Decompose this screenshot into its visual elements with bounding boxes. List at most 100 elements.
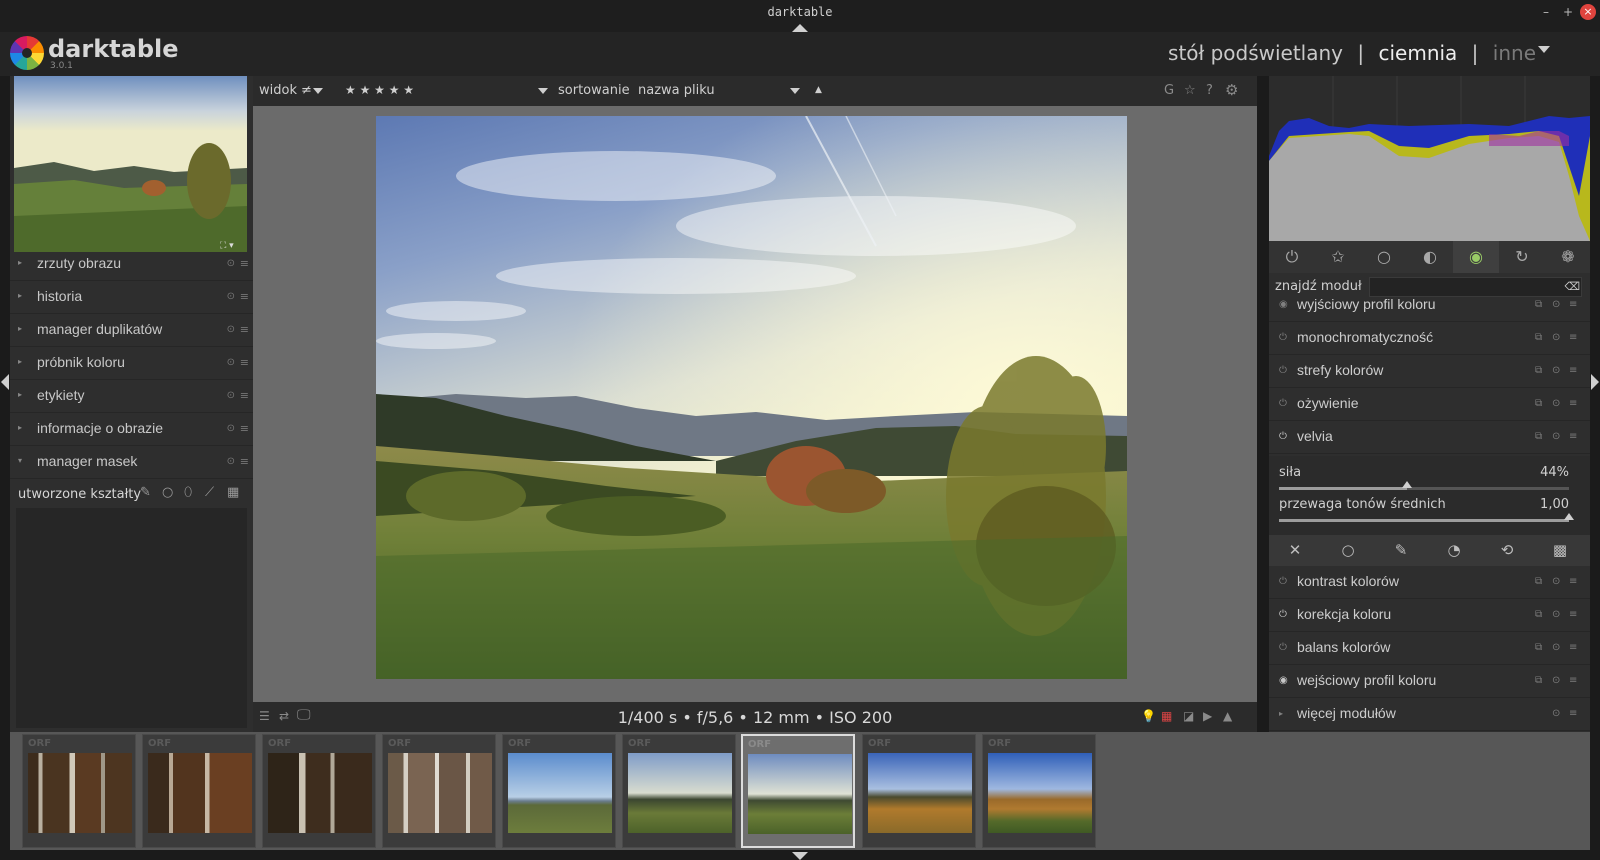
view-other[interactable]: inne bbox=[1493, 41, 1536, 65]
module-power-icon[interactable]: ⏻ bbox=[1279, 398, 1287, 409]
reset-icon[interactable]: ⊙ bbox=[1552, 642, 1560, 653]
reset-icon[interactable]: ⊙ bbox=[227, 456, 235, 467]
module-monochrome[interactable]: ⏻ monochromatyczność ⧉ ⊙ ≡ bbox=[1269, 322, 1590, 355]
slider-knob[interactable] bbox=[1564, 513, 1574, 520]
module-power-icon[interactable]: ⏻ bbox=[1279, 609, 1287, 620]
module-power-icon[interactable]: ⏻ bbox=[1279, 332, 1287, 343]
top-panel-toggle-icon[interactable] bbox=[792, 24, 808, 32]
slider-track[interactable] bbox=[1279, 481, 1569, 490]
strength-slider[interactable]: siła 44% bbox=[1279, 465, 1569, 495]
module-input-color-profile[interactable]: ◉ wejściowy profil koloru ⧉ ⊙ ≡ bbox=[1269, 665, 1590, 698]
module-power-icon[interactable]: ⏻ bbox=[1279, 642, 1287, 653]
presets-icon[interactable]: ≡ bbox=[240, 257, 249, 270]
draw-gradient-icon[interactable]: ▦ bbox=[227, 485, 239, 500]
filmstrip-thumb[interactable]: ORF bbox=[22, 734, 136, 848]
help-icon[interactable]: ? bbox=[1206, 83, 1213, 98]
presets-icon[interactable]: ≡ bbox=[240, 290, 249, 303]
filmstrip-thumb[interactable]: ORF bbox=[622, 734, 736, 848]
module-more-modules[interactable]: ▸ więcej modułów ⊙ ≡ bbox=[1269, 698, 1590, 731]
reset-icon[interactable]: ⊙ bbox=[227, 324, 235, 335]
views-dropdown-icon[interactable] bbox=[1538, 46, 1550, 53]
presets-icon[interactable]: ≡ bbox=[1569, 365, 1577, 376]
blend-raster-mask-icon[interactable]: ▩ bbox=[1545, 541, 1575, 559]
module-power-icon[interactable]: ⏻ bbox=[1279, 431, 1287, 442]
slider-track[interactable] bbox=[1279, 513, 1574, 522]
module-duplicate-manager[interactable]: ▸ manager duplikatów ⊙ ≡ bbox=[10, 314, 253, 347]
multi-instance-icon[interactable]: ⧉ bbox=[1535, 332, 1542, 343]
softproof-icon[interactable]: ◪ bbox=[1183, 709, 1194, 723]
filmstrip-thumb[interactable]: ORF bbox=[142, 734, 256, 848]
presets-icon[interactable]: ≡ bbox=[240, 455, 249, 468]
module-power-icon[interactable]: ⏻ bbox=[1279, 365, 1287, 376]
group-favorites-icon[interactable]: ✩ bbox=[1315, 241, 1361, 273]
multi-instance-icon[interactable]: ⧉ bbox=[1535, 365, 1542, 376]
blend-drawn-parametric-icon[interactable]: ⟲ bbox=[1492, 541, 1522, 559]
reset-icon[interactable]: ⊙ bbox=[1552, 708, 1560, 719]
presets-icon[interactable]: ≡ bbox=[1569, 431, 1577, 442]
filmstrip-thumb-active[interactable]: ORF bbox=[741, 734, 855, 848]
presets-icon[interactable]: ≡ bbox=[240, 323, 249, 336]
reset-icon[interactable]: ⊙ bbox=[1552, 576, 1560, 587]
left-panel-toggle-icon[interactable] bbox=[1, 374, 9, 390]
grouping-icon[interactable]: G bbox=[1164, 83, 1174, 98]
group-correct-icon[interactable]: ↻ bbox=[1499, 241, 1545, 273]
multi-instance-icon[interactable]: ⧉ bbox=[1535, 642, 1542, 653]
close-button[interactable]: × bbox=[1580, 4, 1596, 20]
module-snapshots[interactable]: ▸ zrzuty obrazu ⊙ ≡ bbox=[10, 248, 253, 281]
presets-icon[interactable]: ≡ bbox=[1569, 609, 1577, 620]
presets-icon[interactable]: ≡ bbox=[1569, 708, 1577, 719]
focus-peaking-icon[interactable]: ▶ bbox=[1203, 709, 1212, 723]
filmstrip-thumb[interactable]: ORF bbox=[262, 734, 376, 848]
filmstrip-thumb[interactable]: ORF bbox=[982, 734, 1096, 848]
presets-icon[interactable]: ≡ bbox=[1569, 576, 1577, 587]
module-image-information[interactable]: ▸ informacje o obrazie ⊙ ≡ bbox=[10, 413, 253, 446]
filmstrip-thumb[interactable]: ORF bbox=[502, 734, 616, 848]
presets-icon[interactable]: ≡ bbox=[1569, 299, 1577, 310]
draw-circle-icon[interactable]: ○ bbox=[162, 485, 173, 500]
module-color-zones[interactable]: ⏻ strefy kolorów ⧉ ⊙ ≡ bbox=[1269, 355, 1590, 388]
presets-icon[interactable]: ≡ bbox=[240, 389, 249, 402]
module-power-icon[interactable]: ◉ bbox=[1279, 299, 1288, 310]
presets-icon[interactable]: ≡ bbox=[1569, 675, 1577, 686]
module-color-picker[interactable]: ▸ próbnik koloru ⊙ ≡ bbox=[10, 347, 253, 380]
minimize-button[interactable]: – bbox=[1538, 4, 1554, 20]
reset-icon[interactable]: ⊙ bbox=[1552, 609, 1560, 620]
iso12646-icon[interactable]: 💡 bbox=[1141, 709, 1156, 723]
reset-icon[interactable]: ⊙ bbox=[1552, 675, 1560, 686]
blend-parametric-mask-icon[interactable]: ◔ bbox=[1439, 541, 1469, 559]
module-vibrance[interactable]: ⏻ ożywienie ⧉ ⊙ ≡ bbox=[1269, 388, 1590, 421]
image-canvas[interactable] bbox=[253, 106, 1257, 702]
draw-ellipse-icon[interactable]: ⬯ bbox=[184, 485, 192, 500]
presets-icon[interactable]: ≡ bbox=[1569, 332, 1577, 343]
blend-drawn-mask-icon[interactable]: ✎ bbox=[1386, 541, 1416, 559]
blend-uniform-icon[interactable]: ○ bbox=[1333, 541, 1363, 559]
midtone-bias-slider[interactable]: przewaga tonów średnich 1,00 bbox=[1279, 497, 1574, 527]
reset-icon[interactable]: ⊙ bbox=[1552, 365, 1560, 376]
blend-off-icon[interactable]: ✕ bbox=[1280, 541, 1310, 559]
reset-icon[interactable]: ⊙ bbox=[227, 291, 235, 302]
group-effect-icon[interactable]: ❁ bbox=[1545, 241, 1591, 273]
presets-icon[interactable]: ≡ bbox=[240, 356, 249, 369]
bottom-panel-toggle-icon[interactable] bbox=[792, 852, 808, 860]
reset-icon[interactable]: ⊙ bbox=[1552, 299, 1560, 310]
filmstrip-thumb[interactable]: ORF bbox=[382, 734, 496, 848]
overexposed-icon[interactable]: ▲ bbox=[1223, 709, 1232, 723]
multi-instance-icon[interactable]: ⧉ bbox=[1535, 398, 1542, 409]
multi-instance-icon[interactable]: ⧉ bbox=[1535, 609, 1542, 620]
multi-instance-icon[interactable]: ⧉ bbox=[1535, 431, 1542, 442]
right-panel-toggle-icon[interactable] bbox=[1591, 374, 1599, 390]
module-color-contrast[interactable]: ⏻ kontrast kolorów ⧉ ⊙ ≡ bbox=[1269, 566, 1590, 599]
reset-icon[interactable]: ⊙ bbox=[227, 390, 235, 401]
gamut-check-icon[interactable]: ▦ bbox=[1161, 709, 1172, 723]
shapes-list[interactable] bbox=[16, 508, 247, 728]
module-mask-manager[interactable]: ▾ manager masek ⊙ ≡ bbox=[10, 446, 253, 479]
draw-path-icon[interactable]: ✎ bbox=[140, 485, 151, 500]
module-color-correction[interactable]: ⏻ korekcja koloru ⧉ ⊙ ≡ bbox=[1269, 599, 1590, 632]
view-filter-comparator[interactable]: ≠ bbox=[301, 83, 312, 98]
sort-select[interactable]: nazwa pliku bbox=[638, 83, 715, 98]
reset-icon[interactable]: ⊙ bbox=[1552, 431, 1560, 442]
reset-icon[interactable]: ⊙ bbox=[1552, 332, 1560, 343]
multi-instance-icon[interactable]: ⧉ bbox=[1535, 576, 1542, 587]
group-tone-icon[interactable]: ◐ bbox=[1407, 241, 1453, 273]
module-color-balance[interactable]: ⏻ balans kolorów ⧉ ⊙ ≡ bbox=[1269, 632, 1590, 665]
